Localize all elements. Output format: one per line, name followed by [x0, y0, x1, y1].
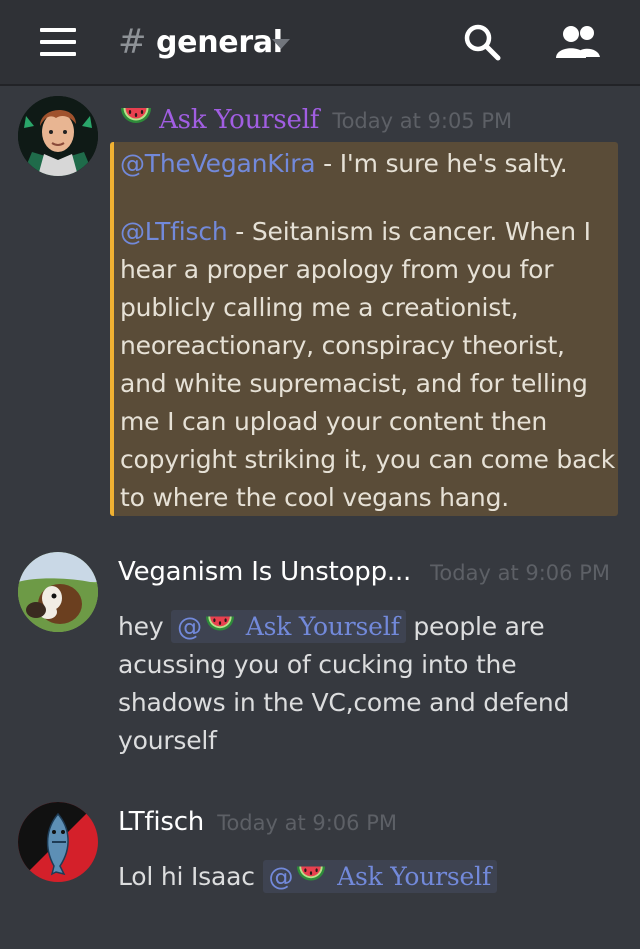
message-line: shadows in the VC,come and defend	[118, 688, 570, 717]
watermelon-icon	[205, 616, 234, 631]
message-line: acussing you of cucking into the	[118, 650, 517, 679]
avatar[interactable]	[18, 802, 98, 882]
message-text: - Seitanism is cancer. When I	[227, 217, 591, 246]
mention-at: @	[268, 862, 294, 891]
message-text: Lol hi Isaac	[118, 862, 255, 891]
message-line: hey @ Ask Yourself people are	[118, 608, 569, 646]
message-line: hear a proper apology from you for	[120, 255, 554, 284]
author-line: Veganism Is Unstopp... Today at 9:06 PM	[118, 557, 610, 587]
mention[interactable]: @ Ask Yourself	[171, 610, 406, 643]
avatar[interactable]	[18, 552, 98, 632]
members-icon[interactable]	[554, 22, 602, 62]
mention-name: Ask Yourself	[245, 612, 400, 641]
message-line: me I can upload your content then	[120, 407, 548, 436]
message-text: - I'm sure he's salty.	[315, 149, 568, 178]
channel-name[interactable]: general	[156, 21, 283, 65]
author-name[interactable]: Ask Yourself	[159, 105, 319, 135]
message-line: and white supremacist, and for telling	[120, 369, 588, 398]
highlighted-message: @TheVeganKira - I'm sure he's salty. @LT…	[110, 142, 618, 516]
avatar[interactable]	[18, 96, 98, 176]
message-line: @TheVeganKira - I'm sure he's salty.	[120, 145, 618, 183]
watermelon-icon	[121, 108, 151, 123]
message-line: neoreactionary, conspiracy theorist,	[120, 331, 565, 360]
message-body: Lol hi Isaac @ Ask Yourself	[118, 858, 497, 896]
channel-hash-icon: #	[118, 22, 147, 62]
author-name[interactable]: Veganism Is Unstopp...	[118, 557, 411, 587]
message-text: people are	[413, 612, 545, 641]
menu-icon[interactable]	[40, 28, 76, 56]
message-text: hey	[118, 612, 164, 641]
timestamp: Today at 9:05 PM	[332, 109, 513, 133]
message-line: yourself	[118, 726, 217, 755]
watermelon-icon	[297, 866, 326, 881]
timestamp: Today at 9:06 PM	[430, 561, 610, 585]
author-line: Ask Yourself Today at 9:05 PM	[118, 101, 512, 135]
mention[interactable]: @LTfisch	[120, 217, 228, 246]
mention[interactable]: @ Ask Yourself	[262, 860, 497, 893]
message-body: hey @ Ask Yourself people are acussing y…	[118, 608, 569, 760]
timestamp: Today at 9:06 PM	[217, 811, 397, 835]
message-line: copyright striking it, you can come back	[120, 445, 616, 474]
author-name[interactable]: LTfisch	[118, 807, 204, 837]
message-line: publicly calling me a creationist,	[120, 293, 519, 322]
message-line: to where the cool vegans hang.	[120, 483, 509, 512]
mention-at: @	[177, 612, 202, 641]
channel-header: # general	[0, 0, 640, 86]
author-line: LTfisch Today at 9:06 PM	[118, 807, 397, 837]
chevron-down-icon[interactable]	[272, 39, 290, 49]
message-line: @LTfisch - Seitanism is cancer. When I	[120, 213, 618, 251]
mention-name: Ask Yourself	[337, 862, 491, 891]
mention[interactable]: @TheVeganKira	[120, 149, 316, 178]
search-icon[interactable]	[462, 22, 502, 62]
